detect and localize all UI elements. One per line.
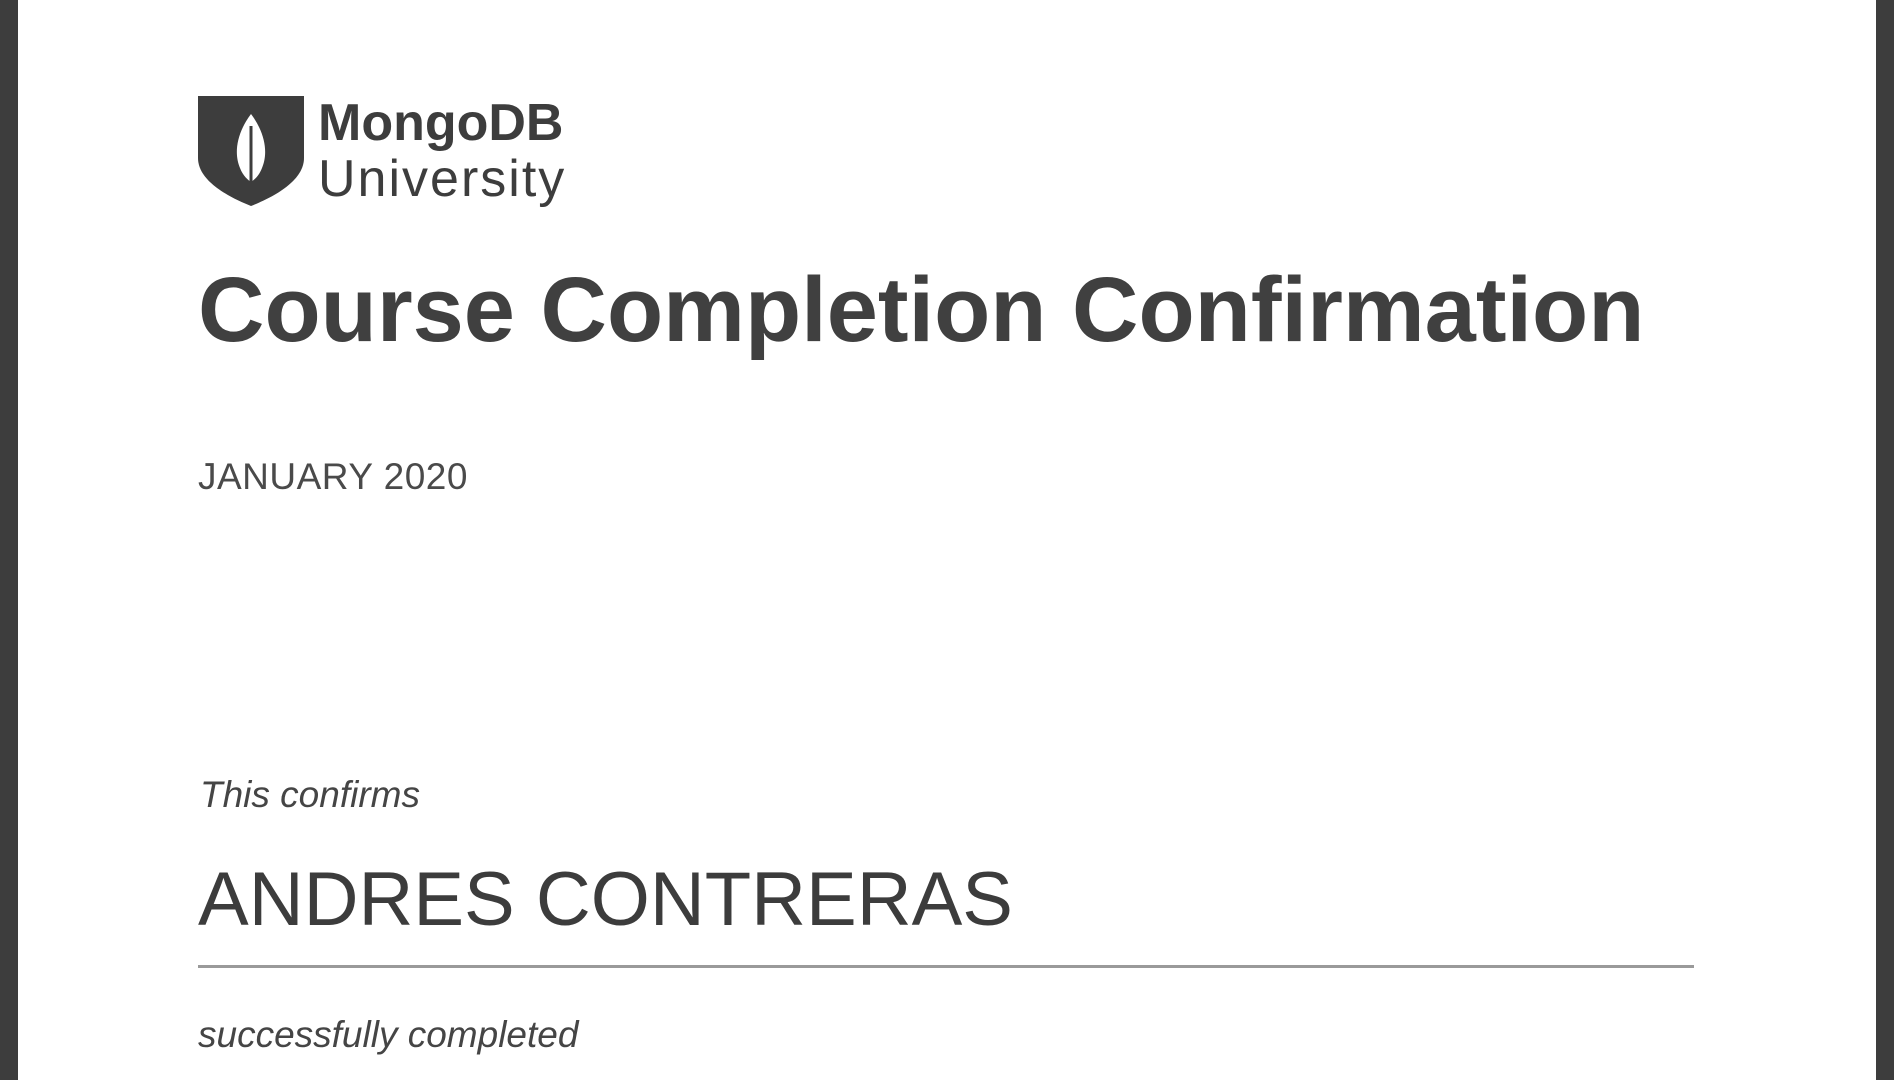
logo-sub-text: University xyxy=(318,150,567,208)
certificate-date: JANUARY 2020 xyxy=(198,456,468,497)
recipient-name: ANDRES CONTRERAS xyxy=(198,857,1013,942)
shield-leaf-icon xyxy=(198,96,304,206)
page-border-left xyxy=(0,0,18,1080)
confirms-label: This confirms xyxy=(200,774,420,815)
mongodb-university-logo: MongoDB University xyxy=(198,94,566,208)
certificate-title: Course Completion Confirmation xyxy=(198,259,1645,361)
name-underline-divider xyxy=(198,965,1694,968)
logo-brand-text: MongoDB xyxy=(318,94,564,152)
completed-label: successfully completed xyxy=(198,1014,579,1055)
page-border-right xyxy=(1876,0,1894,1080)
